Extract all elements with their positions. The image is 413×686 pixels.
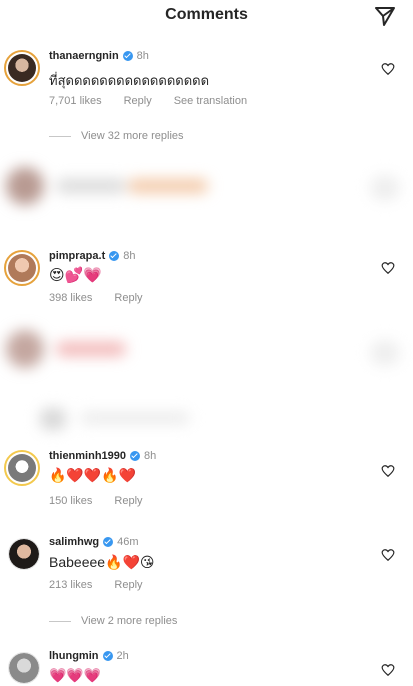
comment-text: 😍💕💗 [49, 267, 102, 284]
paper-plane-icon[interactable] [373, 4, 397, 28]
comment-username[interactable]: thienminh1990 [49, 450, 126, 462]
header-bar: Comments [0, 0, 413, 34]
reply-button[interactable]: Reply [124, 95, 152, 107]
comment-text: 🔥❤️❤️🔥❤️ [49, 467, 137, 483]
avatar[interactable] [4, 50, 40, 86]
comment-text: 💗💗💗 [49, 667, 102, 683]
comment-username[interactable]: salimhwg [49, 536, 99, 548]
verified-badge-icon [103, 537, 114, 547]
heart-icon[interactable] [381, 464, 395, 478]
reply-button[interactable]: Reply [114, 579, 142, 591]
avatar[interactable] [8, 538, 40, 570]
verified-badge-icon [102, 651, 113, 661]
heart-icon[interactable] [381, 261, 395, 275]
comment-time: 8h [144, 450, 157, 462]
heart-icon[interactable] [381, 548, 395, 562]
like-count[interactable]: 398 likes [49, 292, 92, 304]
verified-badge-icon [122, 51, 133, 61]
heart-icon[interactable] [381, 663, 395, 677]
verified-badge-icon [130, 451, 141, 461]
heart-icon[interactable] [381, 62, 395, 76]
like-count[interactable]: 213 likes [49, 579, 92, 591]
avatar[interactable] [4, 450, 40, 486]
comment-time: 8h [123, 250, 136, 262]
comment-time: 2h [116, 650, 129, 662]
comment-username[interactable]: thanaerngnin [49, 50, 119, 62]
comment-time: 8h [136, 50, 149, 62]
like-count[interactable]: 7,701 likes [49, 95, 102, 107]
avatar[interactable] [8, 652, 40, 684]
avatar[interactable] [4, 250, 40, 286]
comment-text: Babeeee🔥❤️😘 [49, 554, 155, 570]
comment-time: 46m [117, 536, 139, 548]
blurred-comment [0, 155, 413, 225]
reply-thread-line [49, 620, 71, 622]
comment-text: ที่สุดดดดดดดดดดดดดดดดด [49, 73, 210, 88]
reply-button[interactable]: Reply [114, 292, 142, 304]
see-translation-link[interactable]: See translation [174, 95, 247, 107]
comment-username[interactable]: lhungmin [49, 650, 99, 662]
view-replies-link[interactable]: View 32 more replies [49, 130, 184, 142]
comment-username[interactable]: pimprapa.t [49, 250, 105, 262]
page-title: Comments [165, 6, 248, 23]
reply-thread-line [49, 135, 71, 137]
blurred-comment [0, 320, 413, 440]
reply-button[interactable]: Reply [114, 495, 142, 507]
like-count[interactable]: 150 likes [49, 495, 92, 507]
view-replies-link[interactable]: View 2 more replies [49, 615, 177, 627]
verified-badge-icon [109, 251, 120, 261]
